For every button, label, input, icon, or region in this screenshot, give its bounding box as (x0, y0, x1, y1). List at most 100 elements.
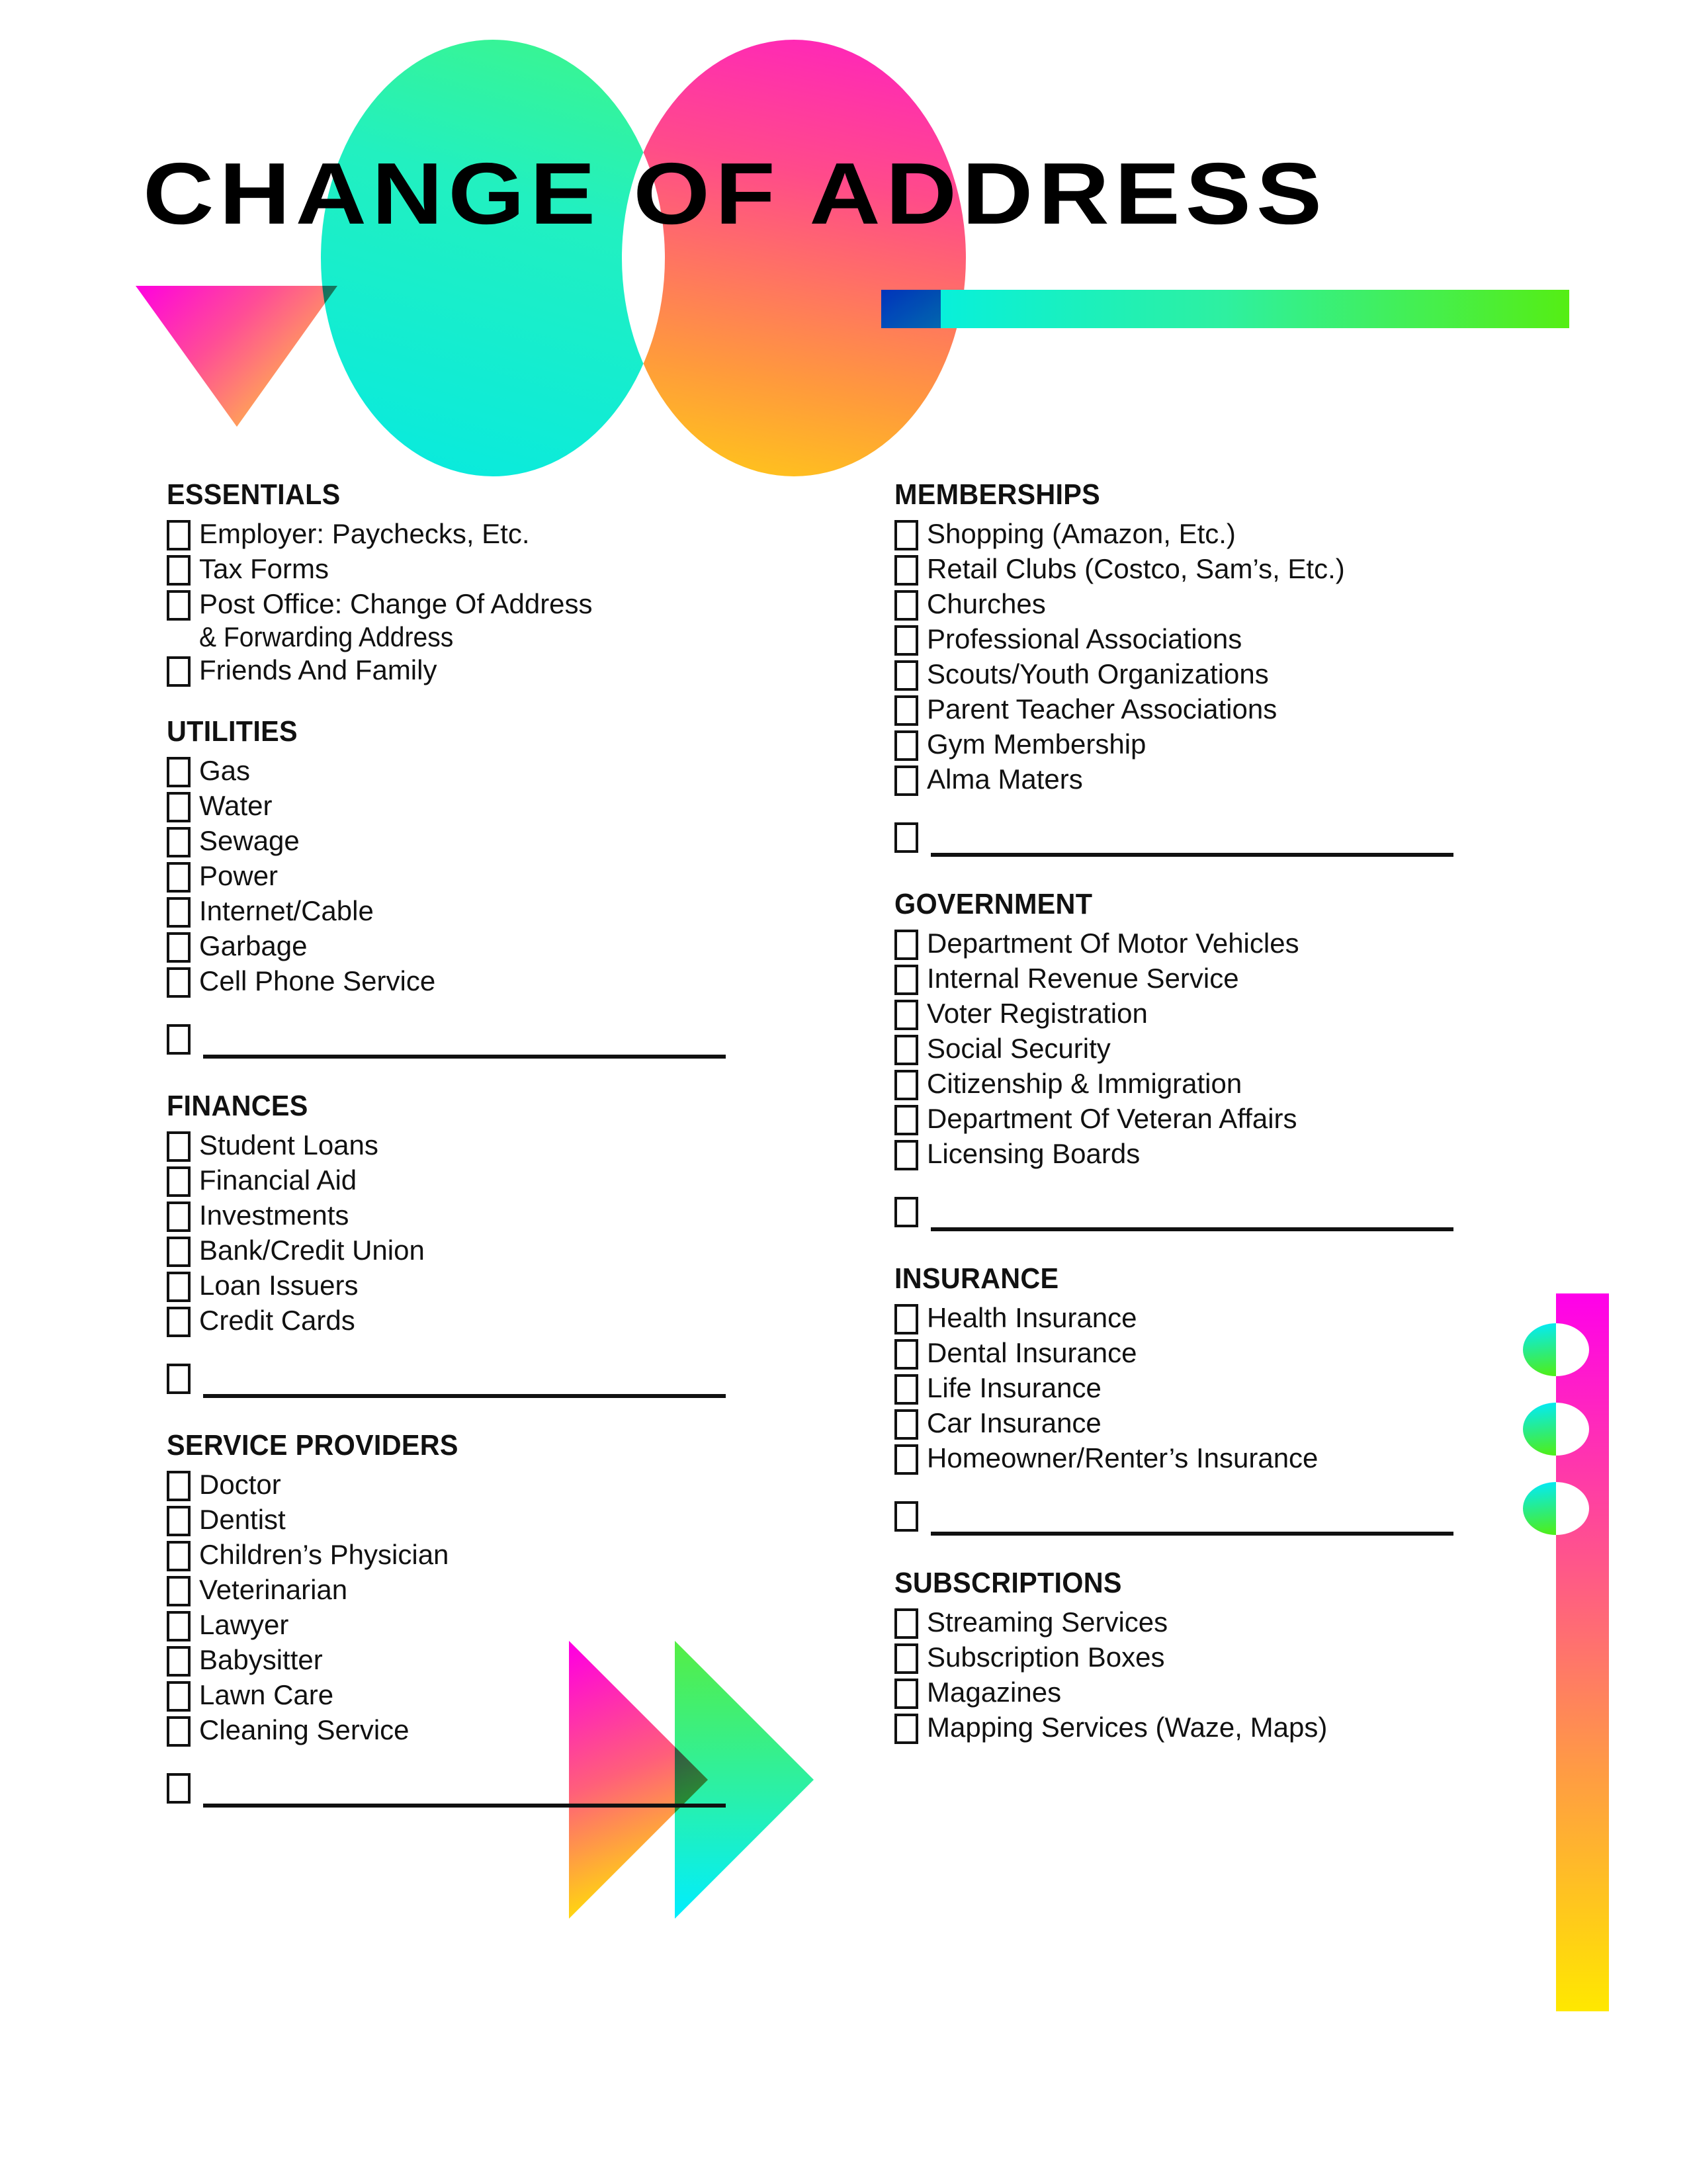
checkbox[interactable] (894, 1070, 918, 1100)
checkbox[interactable] (167, 1272, 191, 1303)
checkbox[interactable] (167, 1166, 191, 1198)
list-item[interactable]: Power (167, 859, 881, 894)
list-item[interactable]: Financial Aid (167, 1164, 881, 1198)
checkbox[interactable] (894, 1197, 918, 1227)
list-item[interactable]: Gym Membership (894, 728, 1622, 762)
list-item[interactable]: Employer: Paychecks, Etc. (167, 517, 881, 552)
list-item[interactable]: Internal Revenue Service (894, 962, 1622, 996)
list-item[interactable]: Parent Teacher Associations (894, 693, 1622, 727)
checkbox[interactable] (894, 625, 918, 656)
checkbox[interactable] (167, 590, 191, 621)
list-item[interactable]: Licensing Boards (894, 1137, 1622, 1172)
list-item[interactable]: Voter Registration (894, 997, 1622, 1031)
list-item[interactable]: Investments (167, 1199, 881, 1233)
list-item[interactable]: Cleaning Service (167, 1714, 881, 1748)
list-item[interactable]: Department Of Motor Vehicles (894, 927, 1622, 961)
list-item[interactable]: Doctor (167, 1468, 881, 1503)
checkbox[interactable] (894, 1000, 918, 1030)
write-in-row[interactable] (894, 1197, 1622, 1235)
checkbox[interactable] (167, 656, 191, 687)
list-item[interactable]: Mapping Services (Waze, Maps) (894, 1711, 1622, 1745)
write-in-row[interactable] (167, 1773, 881, 1812)
write-in-line[interactable] (203, 1055, 726, 1059)
checkbox[interactable] (894, 590, 918, 621)
checkbox[interactable] (167, 1131, 191, 1162)
checkbox[interactable] (167, 1541, 191, 1572)
list-item[interactable]: Internet/Cable (167, 895, 881, 929)
checkbox[interactable] (167, 932, 191, 963)
list-item[interactable]: Churches (894, 588, 1622, 622)
list-item[interactable]: Alma Maters (894, 763, 1622, 797)
list-item[interactable]: Gas (167, 754, 881, 789)
checkbox[interactable] (894, 1374, 918, 1405)
checkbox[interactable] (894, 1140, 918, 1170)
list-item[interactable]: Social Security (894, 1032, 1622, 1067)
checkbox[interactable] (894, 695, 918, 726)
write-in-row[interactable] (167, 1024, 881, 1063)
checkbox[interactable] (894, 1105, 918, 1135)
checkbox[interactable] (167, 897, 191, 928)
list-item[interactable]: Babysitter (167, 1643, 881, 1678)
list-item[interactable]: Sewage (167, 824, 881, 859)
list-item[interactable]: Lawyer (167, 1608, 881, 1643)
list-item[interactable]: Loan Issuers (167, 1269, 881, 1303)
checkbox[interactable] (894, 965, 918, 995)
list-item[interactable]: Citizenship & Immigration (894, 1067, 1622, 1102)
checkbox[interactable] (167, 1237, 191, 1268)
list-item[interactable]: Friends And Family (167, 654, 881, 688)
checkbox[interactable] (167, 1773, 191, 1804)
checkbox[interactable] (167, 1471, 191, 1502)
checkbox[interactable] (167, 1506, 191, 1537)
checkbox[interactable] (894, 1035, 918, 1065)
checkbox[interactable] (167, 757, 191, 788)
write-in-line[interactable] (203, 1394, 726, 1399)
checkbox[interactable] (167, 1024, 191, 1055)
checkbox[interactable] (894, 1608, 918, 1639)
write-in-row[interactable] (894, 822, 1622, 861)
checkbox[interactable] (894, 765, 918, 796)
write-in-row[interactable] (894, 1501, 1622, 1540)
list-item[interactable]: Lawn Care (167, 1679, 881, 1713)
write-in-row[interactable] (167, 1364, 881, 1402)
list-item[interactable]: Credit Cards (167, 1304, 881, 1338)
checkbox[interactable] (894, 1714, 918, 1744)
checkbox[interactable] (167, 1646, 191, 1677)
list-item[interactable]: Garbage (167, 930, 881, 964)
checkbox[interactable] (894, 1339, 918, 1370)
checkbox[interactable] (894, 1444, 918, 1475)
checkbox[interactable] (167, 1307, 191, 1338)
checkbox[interactable] (167, 555, 191, 586)
checkbox[interactable] (894, 1643, 918, 1674)
list-item[interactable]: Homeowner/Renter’s Insurance (894, 1442, 1622, 1476)
checkbox[interactable] (167, 967, 191, 998)
checkbox[interactable] (894, 1679, 918, 1709)
list-item[interactable]: Dentist (167, 1503, 881, 1538)
list-item[interactable]: Bank/Credit Union (167, 1234, 881, 1268)
list-item[interactable]: Subscription Boxes (894, 1641, 1622, 1675)
checkbox[interactable] (894, 822, 918, 853)
list-item[interactable]: Health Insurance (894, 1301, 1622, 1336)
list-item[interactable]: Professional Associations (894, 623, 1622, 657)
checkbox[interactable] (894, 520, 918, 550)
checkbox[interactable] (167, 792, 191, 823)
list-item[interactable]: Life Insurance (894, 1372, 1622, 1406)
list-item[interactable]: Student Loans (167, 1129, 881, 1163)
write-in-line[interactable] (931, 1227, 1453, 1231)
list-item[interactable]: Dental Insurance (894, 1336, 1622, 1371)
list-item[interactable]: Tax Forms (167, 552, 881, 587)
list-item[interactable]: Cell Phone Service (167, 965, 881, 999)
list-item[interactable]: Children’s Physician (167, 1538, 881, 1573)
checkbox[interactable] (167, 1611, 191, 1642)
checkbox[interactable] (167, 862, 191, 893)
checkbox[interactable] (894, 730, 918, 761)
checkbox[interactable] (894, 930, 918, 960)
checkbox[interactable] (167, 1681, 191, 1712)
checkbox[interactable] (167, 827, 191, 858)
checkbox[interactable] (167, 1576, 191, 1607)
write-in-line[interactable] (931, 1532, 1453, 1536)
checkbox[interactable] (894, 660, 918, 691)
checkbox[interactable] (167, 1364, 191, 1395)
write-in-line[interactable] (931, 853, 1453, 857)
write-in-line[interactable] (203, 1804, 726, 1808)
list-item[interactable]: Post Office: Change Of Address & Forwardi… (167, 588, 881, 653)
